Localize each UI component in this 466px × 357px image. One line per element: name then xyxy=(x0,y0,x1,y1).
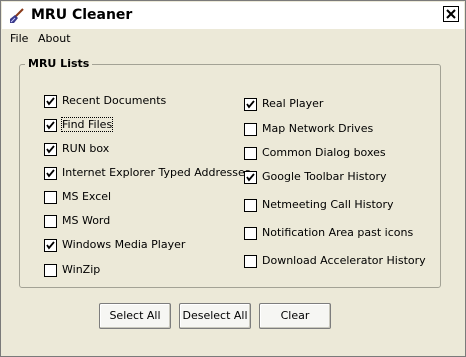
checkbox-label: Windows Media Player xyxy=(62,238,186,251)
checkbox-label: Recent Documents xyxy=(62,94,167,107)
checkbox-label: Internet Explorer Typed Addresses xyxy=(62,166,251,179)
close-icon xyxy=(446,9,456,19)
checkbox-label: Map Network Drives xyxy=(262,122,374,135)
checkbox-label: WinZip xyxy=(62,263,101,276)
checkmark-icon[interactable] xyxy=(244,98,257,111)
menu-bar: File About xyxy=(2,30,464,48)
checkbox-box[interactable] xyxy=(244,227,257,240)
close-button[interactable] xyxy=(443,6,459,22)
checkbox-label: Google Toolbar History xyxy=(262,170,387,183)
checkmark-icon[interactable] xyxy=(244,171,257,184)
broom-icon xyxy=(9,8,25,24)
checkbox-box[interactable] xyxy=(44,215,57,228)
menu-file[interactable]: File xyxy=(10,32,28,45)
clear-button[interactable]: Clear xyxy=(259,303,331,329)
checkmark-icon[interactable] xyxy=(44,167,57,180)
checkbox-box[interactable] xyxy=(244,255,257,268)
title-bar: MRU Cleaner xyxy=(2,2,464,29)
checkbox-label: RUN box xyxy=(62,142,110,155)
checkbox-box[interactable] xyxy=(244,123,257,136)
select-all-button[interactable]: Select All xyxy=(99,303,171,329)
checkbox-box[interactable] xyxy=(244,199,257,212)
checkmark-icon[interactable] xyxy=(44,119,57,132)
window-title: MRU Cleaner xyxy=(31,7,133,23)
checkmark-icon[interactable] xyxy=(44,143,57,156)
menu-about[interactable]: About xyxy=(38,32,71,45)
checkbox-box[interactable] xyxy=(44,264,57,277)
checkbox-box[interactable] xyxy=(44,191,57,204)
checkbox-label: Netmeeting Call History xyxy=(262,198,394,211)
checkbox-label: Notification Area past icons xyxy=(262,226,414,239)
checkmark-icon[interactable] xyxy=(44,95,57,108)
checkmark-icon[interactable] xyxy=(44,239,57,252)
checkbox-label: Find Files xyxy=(60,117,114,132)
checkbox-label: Common Dialog boxes xyxy=(262,146,386,159)
deselect-all-button[interactable]: Deselect All xyxy=(179,303,251,329)
groupbox-title: MRU Lists xyxy=(25,57,93,70)
checkbox-label: MS Excel xyxy=(62,190,112,203)
checkbox-label: Download Accelerator History xyxy=(262,254,426,267)
checkbox-label: Real Player xyxy=(262,97,324,110)
checkbox-box[interactable] xyxy=(244,147,257,160)
checkbox-label: MS Word xyxy=(62,214,111,227)
